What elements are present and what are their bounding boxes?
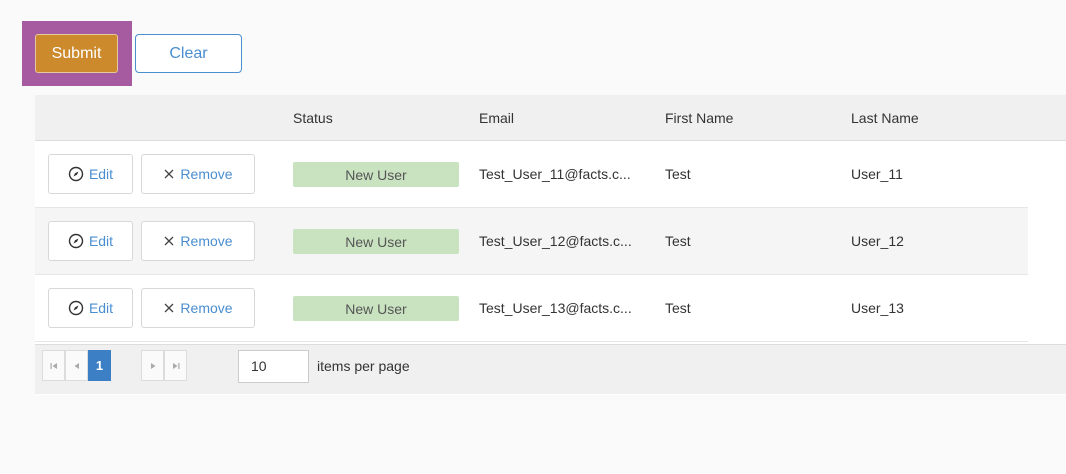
submit-button[interactable]: Submit <box>35 34 118 73</box>
column-header-email[interactable]: Email <box>479 95 514 141</box>
edit-label: Edit <box>88 233 114 249</box>
email-cell: Test_User_12@facts.c... <box>479 233 632 249</box>
remove-label: Remove <box>180 300 233 316</box>
edit-button[interactable]: Edit <box>48 221 133 261</box>
column-header-last-name[interactable]: Last Name <box>851 95 919 141</box>
status-badge: New User <box>293 229 459 254</box>
page-size-select[interactable]: 10 <box>238 350 309 383</box>
remove-label: Remove <box>180 166 233 182</box>
column-header-first-name[interactable]: First Name <box>665 95 733 141</box>
close-icon <box>163 302 175 314</box>
close-icon <box>163 235 175 247</box>
compass-icon <box>68 300 84 316</box>
status-badge: New User <box>293 162 459 187</box>
last-page-icon[interactable] <box>164 350 187 381</box>
last-name-cell: User_13 <box>851 300 904 316</box>
table-row: Edit Remove New User Test_User_13@facts.… <box>35 275 1028 342</box>
edit-button[interactable]: Edit <box>48 154 133 194</box>
first-page-icon[interactable] <box>42 350 65 381</box>
table-row: Edit Remove New User Test_User_12@facts.… <box>35 208 1028 275</box>
pager: 1 10 items per page <box>35 344 1066 394</box>
next-page-icon[interactable] <box>141 350 164 381</box>
toolbar: Submit Clear <box>0 0 1066 95</box>
grid-header: Status Email First Name Last Name <box>35 95 1066 141</box>
first-name-cell: Test <box>665 300 691 316</box>
page-1-button[interactable]: 1 <box>88 350 111 381</box>
email-cell: Test_User_11@facts.c... <box>479 166 631 182</box>
email-cell: Test_User_13@facts.c... <box>479 300 632 316</box>
remove-button[interactable]: Remove <box>141 221 255 261</box>
remove-button[interactable]: Remove <box>141 154 255 194</box>
edit-button[interactable]: Edit <box>48 288 133 328</box>
remove-label: Remove <box>180 233 233 249</box>
close-icon <box>163 168 175 180</box>
last-name-cell: User_12 <box>851 233 904 249</box>
column-header-status[interactable]: Status <box>293 95 333 141</box>
clear-button[interactable]: Clear <box>135 34 242 73</box>
page-size-label: items per page <box>317 358 410 374</box>
users-grid: Status Email First Name Last Name Edit R… <box>35 95 1066 395</box>
compass-icon <box>68 233 84 249</box>
compass-icon <box>68 166 84 182</box>
edit-label: Edit <box>88 166 114 182</box>
last-name-cell: User_11 <box>851 166 903 182</box>
status-badge: New User <box>293 296 459 321</box>
table-row: Edit Remove New User Test_User_11@facts.… <box>35 141 1028 208</box>
remove-button[interactable]: Remove <box>141 288 255 328</box>
prev-page-icon[interactable] <box>65 350 88 381</box>
first-name-cell: Test <box>665 166 691 182</box>
edit-label: Edit <box>88 300 114 316</box>
first-name-cell: Test <box>665 233 691 249</box>
